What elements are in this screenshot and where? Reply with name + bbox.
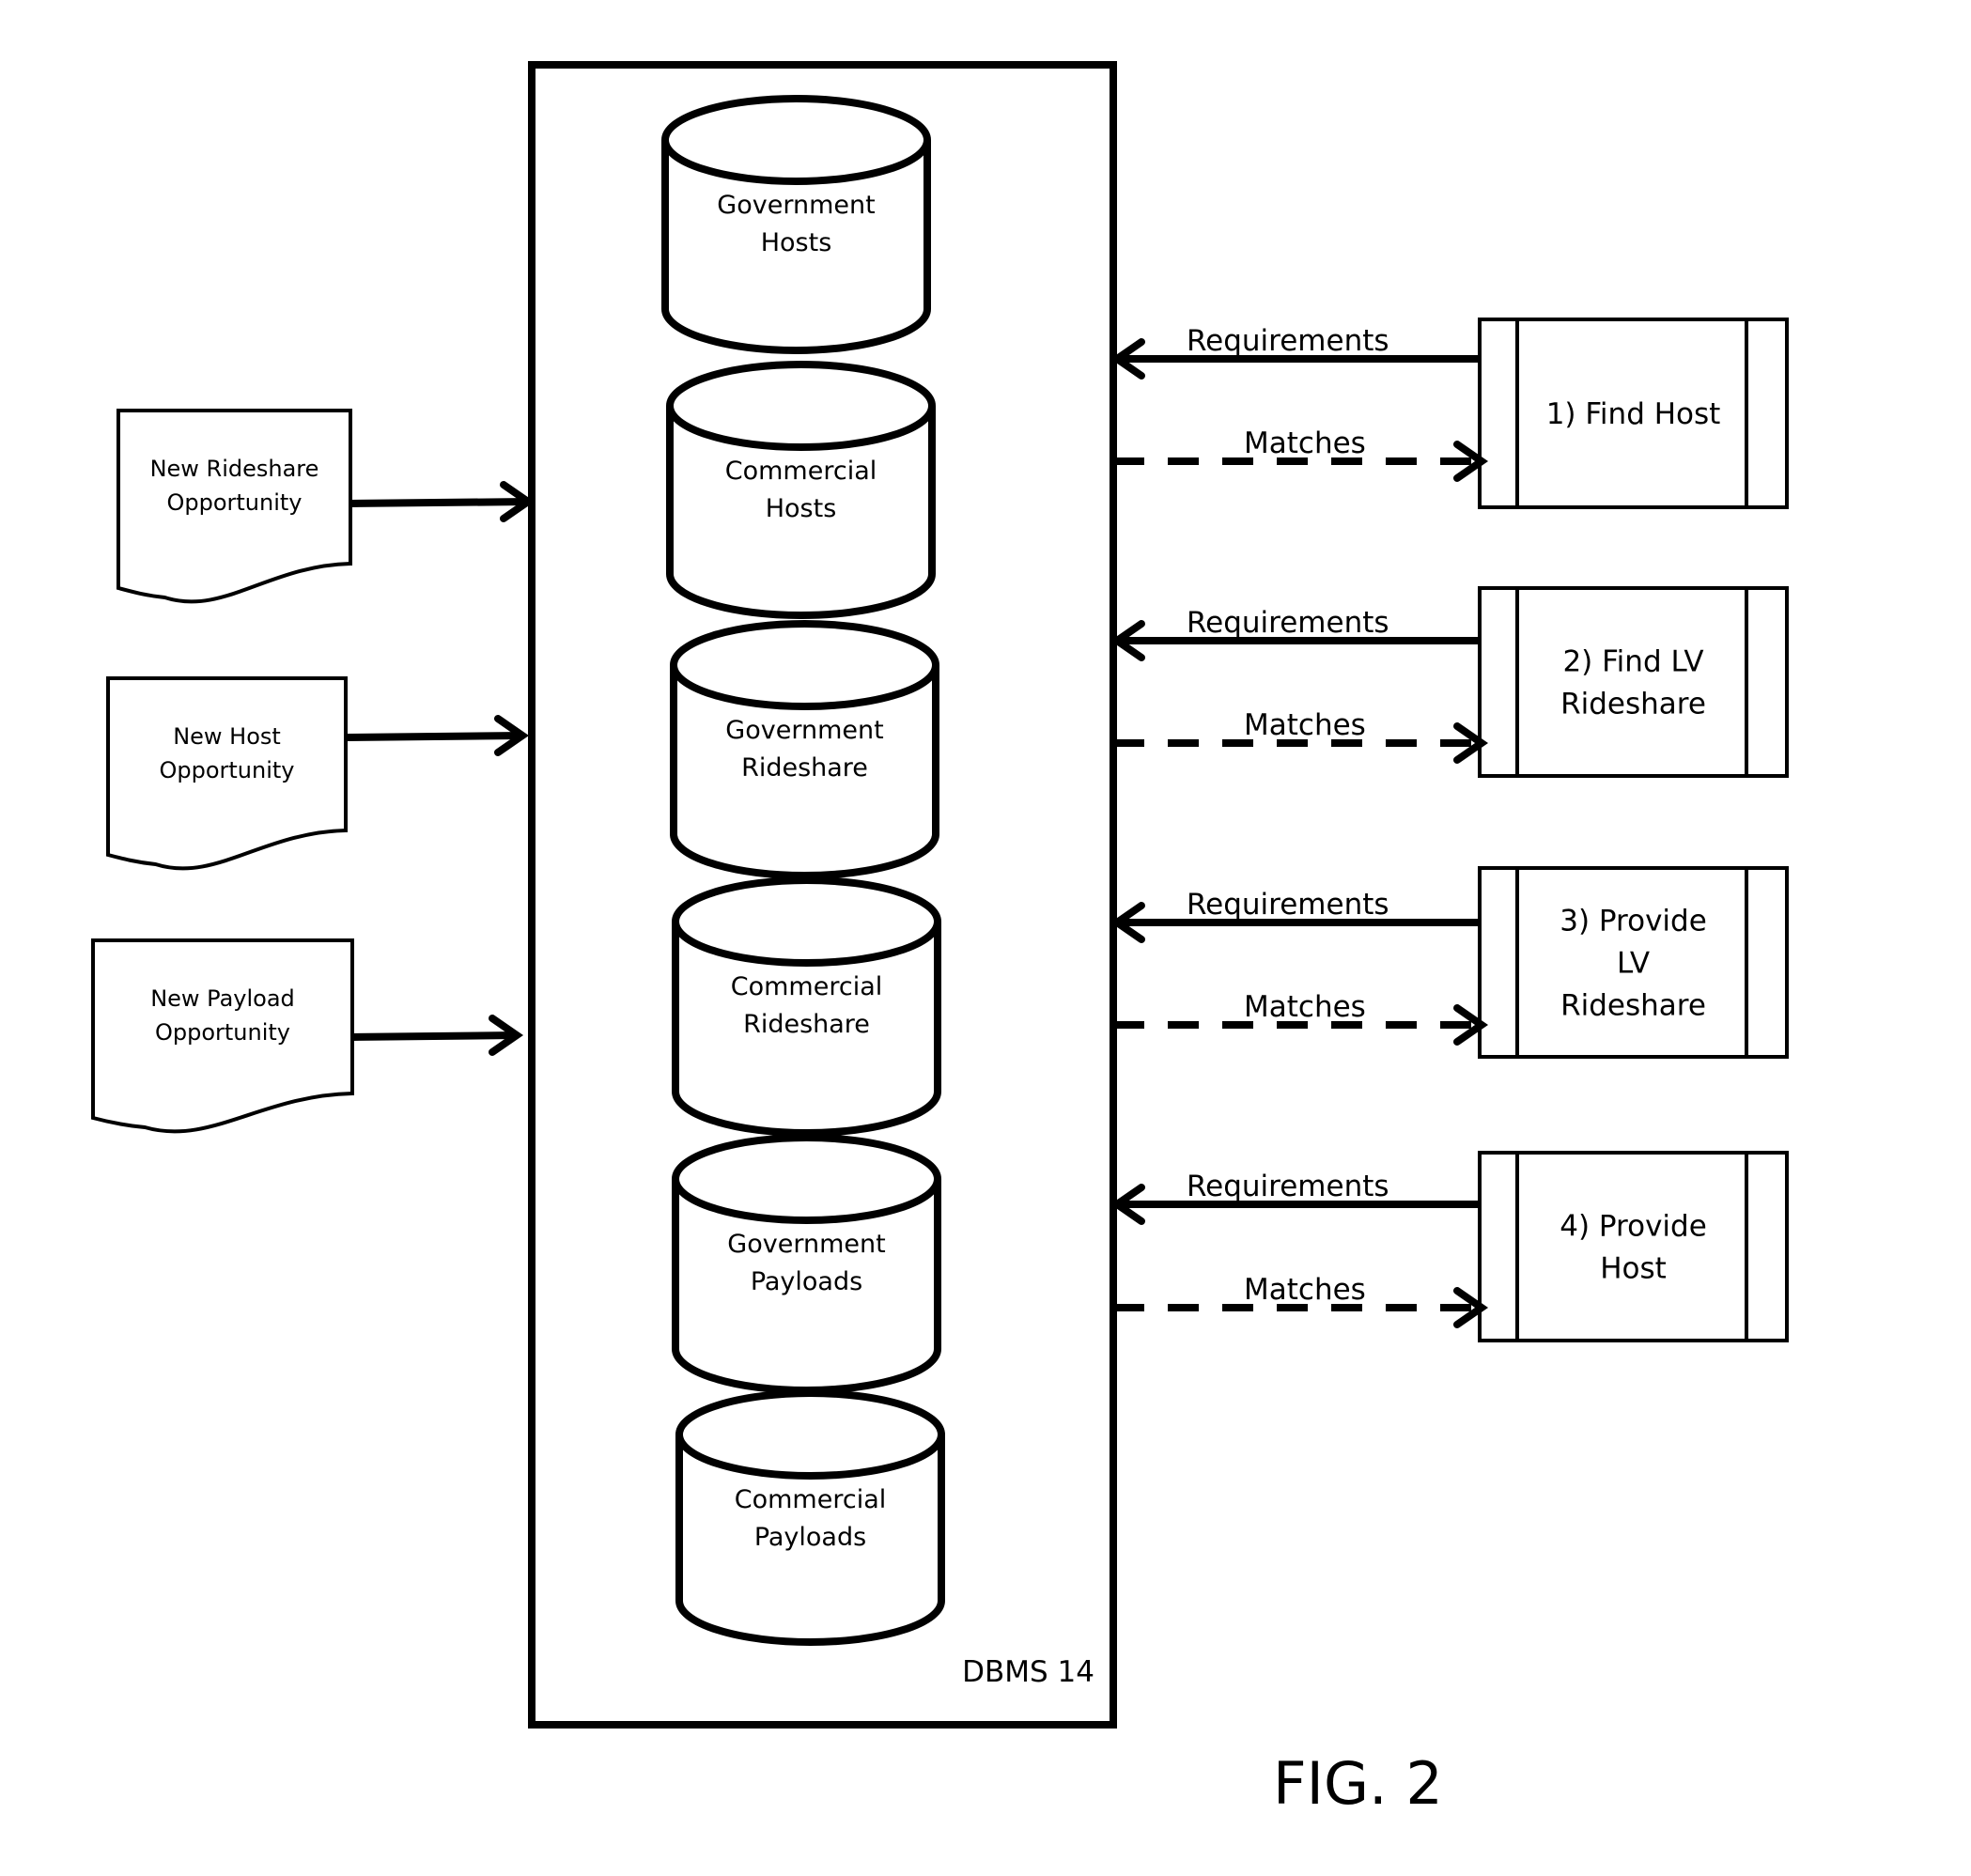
process-box: [1478, 1151, 1789, 1342]
requirements-label: Requirements: [1187, 1170, 1389, 1203]
process-label: LV: [1617, 947, 1650, 981]
database-label: Commercial: [731, 972, 883, 1001]
process-step[interactable]: 2) Find LV Rideshare Requirements Matches: [1110, 586, 1789, 778]
process-label: Rideshare: [1560, 688, 1706, 721]
input-document[interactable]: New Host Opportunity: [106, 676, 530, 871]
input-arrow: [351, 1031, 518, 1041]
requirements-label: Requirements: [1187, 324, 1389, 358]
document-label: New Host: [173, 723, 281, 750]
document-label: Opportunity: [155, 1019, 290, 1046]
input-document[interactable]: New Payload Opportunity: [91, 938, 524, 1134]
document-label: Opportunity: [166, 489, 302, 516]
input-arrow: [345, 732, 523, 741]
database-cylinder[interactable]: Commercial Hosts: [666, 361, 936, 619]
cylinder-top: [672, 1134, 941, 1224]
database-label: Commercial: [725, 457, 877, 486]
database-cylinder[interactable]: Commercial Payloads: [675, 1389, 945, 1646]
database-label: Rideshare: [743, 1010, 870, 1039]
diagram-canvas: DBMS 14 GovernmentHostsCommercialHostsGo…: [91, 61, 1789, 1818]
input-documents: New Rideshare Opportunity New Host Opportun…: [91, 409, 535, 1134]
input-arrow: [349, 498, 529, 507]
process-label: 2) Find LV: [1562, 645, 1703, 679]
process-step[interactable]: 1) Find Host Requirements Matches: [1110, 318, 1789, 509]
database-cylinder[interactable]: Government Rideshare: [670, 620, 939, 879]
database-label: Government: [725, 716, 883, 745]
cylinder-top: [670, 620, 939, 710]
document-label: Opportunity: [159, 757, 294, 783]
cylinder-top: [661, 95, 931, 185]
matches-label: Matches: [1244, 426, 1366, 460]
process-label: 3) Provide: [1560, 905, 1707, 938]
document-label: New Payload: [150, 985, 295, 1012]
cylinder-top: [675, 1389, 945, 1480]
process-box: [1478, 586, 1789, 778]
cylinder-top: [666, 361, 936, 451]
database-label: Government: [727, 1230, 885, 1259]
process-step[interactable]: 3) Provide LV Rideshare Requirements Matches: [1110, 866, 1789, 1059]
input-document[interactable]: New Rideshare Opportunity: [116, 409, 535, 604]
matches-label: Matches: [1244, 1273, 1366, 1307]
matches-label: Matches: [1244, 708, 1366, 742]
database-cylinder[interactable]: Commercial Rideshare: [672, 876, 941, 1137]
requirements-label: Requirements: [1187, 888, 1389, 922]
database-label: Rideshare: [741, 753, 868, 783]
requirements-label: Requirements: [1187, 606, 1389, 640]
database-cylinder[interactable]: Government Hosts: [661, 95, 931, 354]
process-label: 1) Find Host: [1546, 397, 1721, 431]
database-label: Commercial: [735, 1485, 887, 1514]
dbms-label: DBMS 14: [962, 1655, 1094, 1689]
document-label: New Rideshare: [150, 456, 319, 482]
matches-label: Matches: [1244, 990, 1366, 1024]
process-label: Host: [1600, 1252, 1667, 1286]
database-label: Hosts: [761, 228, 832, 257]
database-label: Hosts: [766, 494, 837, 523]
database-label: Government: [717, 191, 875, 220]
process-label: Rideshare: [1560, 989, 1706, 1023]
process-boxes: 1) Find HostRequirementsMatches2) Find L…: [1110, 318, 1789, 1342]
figure-label: FIG. 2: [1273, 1749, 1443, 1818]
database-label: Payloads: [754, 1523, 866, 1552]
cylinder-top: [672, 876, 941, 967]
database-cylinder[interactable]: Government Payloads: [672, 1134, 941, 1394]
process-step[interactable]: 4) Provide Host Requirements Matches: [1110, 1151, 1789, 1342]
database-label: Payloads: [751, 1267, 862, 1296]
process-label: 4) Provide: [1560, 1210, 1707, 1244]
